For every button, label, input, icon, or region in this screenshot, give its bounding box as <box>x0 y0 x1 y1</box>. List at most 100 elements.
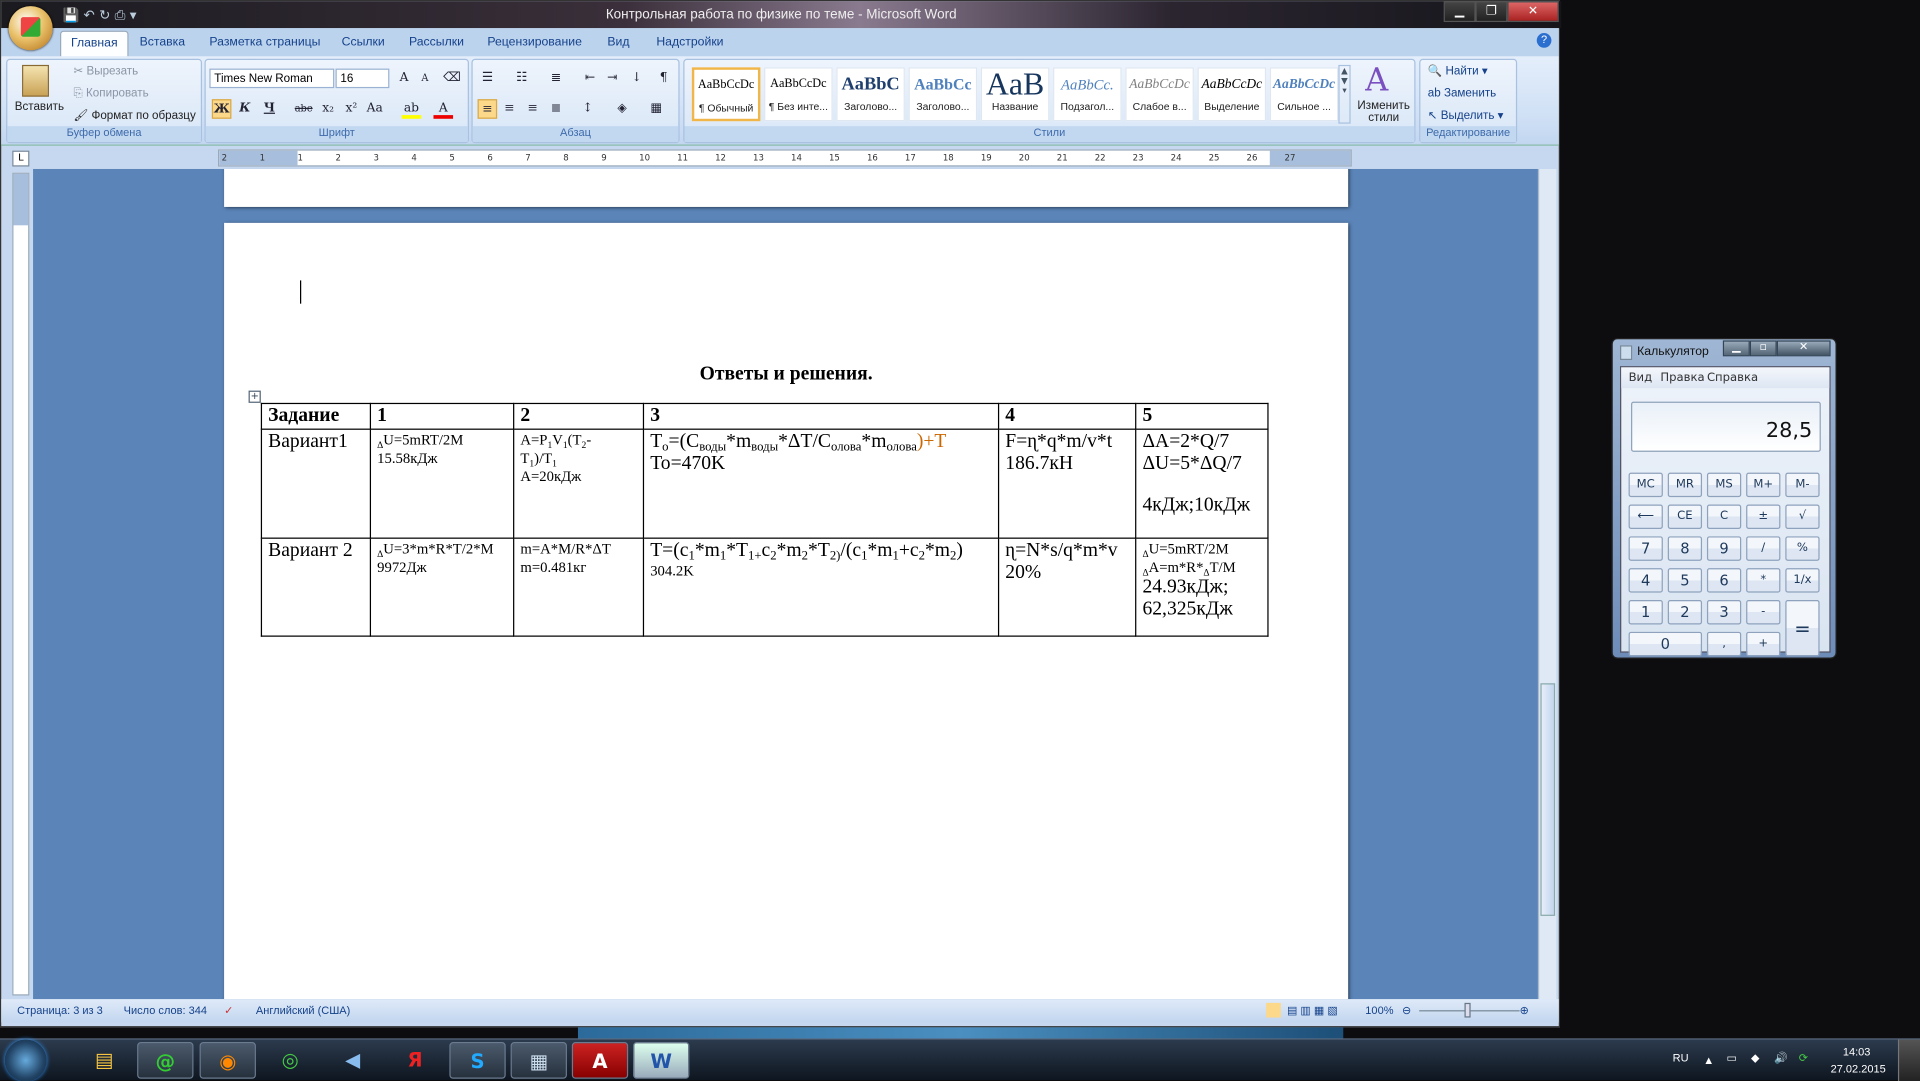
show-marks-icon[interactable]: ¶ <box>654 69 674 89</box>
tab-page-layout[interactable]: Разметка страницы <box>209 36 320 49</box>
clock-time[interactable]: 14:03 <box>1843 1046 1871 1058</box>
taskbar-mail-agent[interactable]: @ <box>137 1042 194 1079</box>
format-painter-button[interactable]: 🖌 Формат по образцу <box>73 109 195 122</box>
tray-app-icon[interactable]: ◆ <box>1751 1052 1759 1065</box>
calc-button[interactable]: , <box>1706 631 1742 657</box>
clear-format-icon[interactable]: ⌫ <box>442 69 462 89</box>
calc-button[interactable]: MS <box>1706 472 1742 498</box>
font-name-combo[interactable]: Times New Roman <box>209 68 335 89</box>
replace-button[interactable]: ab Заменить <box>1428 87 1496 100</box>
calc-button[interactable]: 3 <box>1706 600 1742 625</box>
show-desktop-button[interactable] <box>1897 1039 1920 1081</box>
increase-indent-icon[interactable]: ⇥ <box>602 69 622 89</box>
office-button[interactable] <box>8 6 53 51</box>
taskbar-firefox[interactable]: ◉ <box>199 1042 256 1079</box>
find-button[interactable]: 🔍 Найти ▾ <box>1428 65 1488 78</box>
table-cell[interactable]: ΔU=5mRT/2M 15.58кДж <box>369 428 515 539</box>
calc-button[interactable]: MR <box>1667 472 1703 498</box>
word-count[interactable]: Число слов: 344 <box>124 1004 207 1016</box>
taskbar-word[interactable]: W <box>633 1042 690 1079</box>
align-left-icon[interactable]: ≡ <box>477 99 498 119</box>
change-styles-button[interactable]: Изменить стили <box>1356 100 1412 124</box>
minimize-button[interactable]: ▁ <box>1722 340 1750 357</box>
tab-view[interactable]: Вид <box>607 36 629 49</box>
calc-button[interactable]: - <box>1746 600 1781 625</box>
volume-icon[interactable]: 🔊 <box>1774 1052 1788 1065</box>
calc-button[interactable]: + <box>1746 631 1781 657</box>
maximize-button[interactable]: ▫ <box>1749 340 1777 357</box>
table-cell[interactable]: T=(c1*m1*T1+c2*m2*T2)/(c1*m1+c2*m2) 304.2… <box>642 537 1000 637</box>
language-indicator[interactable]: Английский (США) <box>256 1004 350 1016</box>
zoom-out-icon[interactable]: ⊖ <box>1402 1004 1411 1017</box>
taskbar-acrobat[interactable]: A <box>571 1042 629 1079</box>
table-cell[interactable]: 1 <box>369 402 515 430</box>
vertical-scrollbar[interactable] <box>1537 168 1557 1000</box>
table-move-handle[interactable]: + <box>248 390 261 403</box>
style-item[interactable]: AaBbCcDc Сильное ... <box>1269 67 1339 122</box>
table-cell[interactable]: Вариант 2 <box>260 537 372 637</box>
grow-font-button[interactable]: A <box>394 69 414 89</box>
vertical-ruler[interactable] <box>12 172 30 996</box>
zoom-in-icon[interactable]: ⊕ <box>1520 1004 1529 1017</box>
table-cell[interactable]: Задание <box>260 402 372 430</box>
tab-home[interactable]: Главная <box>60 30 129 57</box>
menu-help[interactable]: Справка <box>1707 371 1758 384</box>
style-item[interactable]: AaBbCcDc Слабое в... <box>1125 67 1194 122</box>
taskbar-chrome[interactable]: ◎ <box>262 1042 318 1079</box>
customize-icon[interactable]: ▾ <box>130 7 137 23</box>
strikethrough-button[interactable]: abe <box>294 99 314 119</box>
select-button[interactable]: ↖ Выделить ▾ <box>1428 109 1504 122</box>
tab-addins[interactable]: Надстройки <box>656 36 723 49</box>
save-icon[interactable]: 💾 <box>62 7 79 23</box>
tab-mailings[interactable]: Рассылки <box>409 36 464 49</box>
tab-references[interactable]: Ссылки <box>342 36 385 49</box>
menu-view[interactable]: Вид <box>1629 371 1653 384</box>
network-icon[interactable]: ▭ <box>1727 1052 1737 1065</box>
clock-date[interactable]: 27.02.2015 <box>1831 1063 1886 1075</box>
table-cell[interactable]: ΔU=5mRT/2M ΔA=m*R*ΔT/M 24.93кДж; 62,325кДж <box>1135 537 1269 637</box>
calc-button[interactable]: 6 <box>1706 568 1742 593</box>
change-styles-icon[interactable]: A <box>1365 62 1388 99</box>
zoom-level[interactable]: 100% <box>1365 1004 1393 1016</box>
style-item[interactable]: AaBbCcDc ¶ Без инте... <box>764 67 833 122</box>
calc-button[interactable]: % <box>1785 536 1820 561</box>
underline-button[interactable]: Ч <box>260 99 280 119</box>
style-item[interactable]: AaBbCc Заголово... <box>908 67 978 122</box>
sort-icon[interactable]: ↓ <box>627 69 647 89</box>
style-item[interactable]: AaBbCcDc Выделение <box>1197 67 1267 122</box>
copy-button[interactable]: ⎘ Копировать <box>73 87 148 100</box>
decrease-indent-icon[interactable]: ⇤ <box>580 69 600 89</box>
calc-button[interactable]: M- <box>1785 472 1820 498</box>
table-cell[interactable]: m=A*M/R*ΔT m=0.481кг <box>513 537 645 637</box>
taskbar-explorer[interactable]: ▤ <box>76 1042 132 1079</box>
page-indicator[interactable]: Страница: 3 из 3 <box>17 1004 103 1016</box>
table-cell[interactable]: Вариант1 <box>260 428 372 539</box>
font-size-combo[interactable]: 16 <box>335 68 390 89</box>
undo-icon[interactable]: ↶ <box>84 7 95 23</box>
calc-button[interactable]: ± <box>1746 504 1781 529</box>
calc-button[interactable]: 0 <box>1628 631 1703 657</box>
tab-review[interactable]: Рецензирование <box>487 36 582 49</box>
gallery-scroll[interactable]: ▲ ▼ ▾ <box>1338 64 1351 124</box>
italic-button[interactable]: К <box>235 99 255 119</box>
tab-insert[interactable]: Вставка <box>140 36 186 49</box>
table-cell[interactable]: 5 <box>1135 402 1269 430</box>
align-right-icon[interactable]: ≡ <box>523 99 543 119</box>
table-cell[interactable]: ΔA=2*Q/7 ΔU=5*ΔQ/7 4кДж;10кДж <box>1135 428 1269 539</box>
taskbar-skype[interactable]: S <box>449 1042 506 1079</box>
calc-button[interactable]: 8 <box>1667 536 1703 561</box>
style-item[interactable]: AaB Название <box>980 67 1050 122</box>
calc-button[interactable]: ⟵ <box>1628 504 1663 529</box>
taskbar-media[interactable]: ◀ <box>324 1042 380 1079</box>
paste-icon[interactable] <box>22 64 49 97</box>
calc-button[interactable]: CE <box>1667 504 1703 529</box>
table-cell[interactable]: 2 <box>513 402 645 430</box>
align-center-icon[interactable]: ≡ <box>500 99 520 119</box>
start-button[interactable] <box>4 1039 47 1081</box>
table-cell[interactable]: ɳ=N*s/q*m*v 20% <box>997 537 1137 637</box>
horizontal-ruler[interactable]: 2 1 1 2 3 4 5 6 7 8 9 10 11 12 13 14 15 16 17 18 19 20 21 22 23 2… <box>217 149 1352 167</box>
quick-access-toolbar[interactable]: 💾 ↶ ↻ ⎙ ▾ <box>62 7 136 24</box>
calc-button[interactable]: = <box>1785 600 1820 657</box>
table-cell[interactable]: 4 <box>997 402 1137 430</box>
bullets-icon[interactable]: ☰ <box>478 69 498 89</box>
